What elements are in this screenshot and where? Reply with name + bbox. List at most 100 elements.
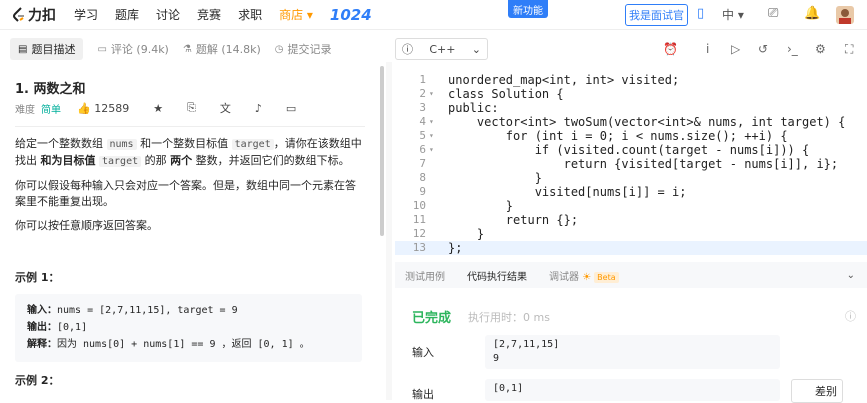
tab-description-label: 题目描述 — [31, 43, 76, 56]
code-text: } — [448, 199, 514, 213]
run-result-panel: 已完成 执行用时：0 ms ⓘ 输入 [2,7,11,15] 9 输出 [0,1… — [395, 290, 867, 403]
terminal-icon[interactable]: ›_ — [787, 42, 798, 56]
code-line[interactable]: 6 ▾ if (visited.count(target - nums[i])) … — [395, 143, 867, 157]
code-line[interactable]: 2 ▾ class Solution { — [395, 87, 867, 101]
tab-solutions[interactable]: ⚗ 题解 (14.8k) — [183, 41, 261, 57]
line-number: 2 — [419, 87, 426, 100]
description-scrollbar[interactable] — [380, 66, 384, 236]
code-line[interactable]: 11 return {}; — [395, 213, 867, 227]
code-inline: target — [231, 139, 274, 150]
line-number: 5 — [419, 129, 426, 142]
diff-button[interactable]: 差别 — [791, 379, 843, 403]
text: 给定一个整数数组 — [15, 137, 107, 150]
line-number: 8 — [419, 171, 426, 184]
example-2-title: 示例 2： — [15, 374, 60, 387]
bell-icon[interactable]: ♪ — [255, 102, 262, 115]
code-line[interactable]: 8 } — [395, 171, 867, 185]
code-line[interactable]: 13}; — [395, 241, 867, 255]
run-status: 已完成 — [412, 311, 452, 326]
description-para-1: 给定一个整数数组 nums 和一个整数目标值 target ，请你在该数组中找出 … — [15, 136, 365, 170]
code-text: visited[nums[i]] = i; — [448, 185, 687, 199]
code-line[interactable]: 9 visited[nums[i]] = i; — [395, 185, 867, 199]
feedback-icon[interactable]: ⎚ — [768, 6, 778, 21]
language-switch[interactable]: 中 ▾ — [722, 6, 744, 23]
comment-icon: ▭ — [97, 43, 107, 55]
share-icon[interactable]: ⎘ — [187, 101, 196, 115]
collapse-chevron-icon[interactable]: ⌄ — [847, 270, 855, 281]
mobile-icon[interactable]: ▯ — [697, 6, 704, 21]
tab-debugger[interactable]: 调试器 ☀ Beta — [549, 268, 619, 283]
code-editor[interactable]: 1 unordered_map<int, int> visited; 2 ▾ class… — [395, 67, 867, 257]
code-line[interactable]: 10 } — [395, 199, 867, 213]
new-feature-badge[interactable]: 新功能 — [508, 0, 548, 18]
input-line-2: 9 — [493, 353, 500, 364]
fold-chevron-icon[interactable]: ▾ — [429, 129, 434, 143]
nav-contest[interactable]: 竞赛 — [197, 6, 221, 24]
info-icon[interactable]: i — [706, 42, 709, 56]
text: 的那 — [141, 154, 171, 167]
run-icon[interactable]: ▷ — [731, 42, 740, 56]
nav-shop[interactable]: 商店 ▾ — [279, 6, 313, 24]
tab-comments[interactable]: ▭ 评论 (9.4k) — [97, 41, 168, 57]
like-button[interactable]: 👍 12589 — [77, 102, 129, 115]
promo-1024[interactable]: 1024 — [330, 6, 372, 24]
settings-gear-icon[interactable]: ⚙ — [815, 42, 826, 56]
code-line[interactable]: 1 unordered_map<int, int> visited; — [395, 73, 867, 87]
reset-icon[interactable]: ↺ — [758, 42, 768, 56]
pane-divider[interactable] — [386, 62, 392, 400]
avatar-image-icon — [836, 6, 854, 24]
line-number: 12 — [412, 227, 426, 240]
feedback-message-icon[interactable]: ▭ — [286, 102, 296, 115]
line-number: 1 — [419, 73, 426, 86]
text: 整数，并返回它们的数组下标。 — [192, 154, 350, 167]
code-line[interactable]: 7 return {visited[target - nums[i]], i}; — [395, 157, 867, 171]
code-line[interactable]: 4 ▾ vector<int> twoSum(vector<int>& nums,… — [395, 115, 867, 129]
line-number: 3 — [419, 101, 426, 114]
code-inline: nums — [106, 139, 137, 150]
leetcode-logo-icon — [13, 6, 24, 22]
output-value: [0,1] — [57, 322, 88, 333]
fold-chevron-icon[interactable]: ▾ — [429, 87, 434, 101]
problem-description: 1. 两数之和 难度 简单 👍 12589 ★ ⎘ 文 ♪ ▭ 给定一个整数数组… — [0, 64, 385, 400]
line-number: 13 — [412, 241, 426, 254]
example-1-box: 输入：nums = [2,7,11,15], target = 9 输出：[0,… — [15, 294, 362, 362]
line-number: 4 — [419, 115, 426, 128]
timer-icon[interactable]: ⏰ — [663, 42, 678, 56]
nav-discuss[interactable]: 讨论 — [156, 6, 180, 24]
tab-run-result[interactable]: 代码执行结果 — [467, 268, 527, 283]
code-line[interactable]: 3 public: — [395, 101, 867, 115]
example-explanation-row: 解释：因为 nums[0] + nums[1] == 9 ，返回 [0, 1] … — [27, 336, 350, 353]
language-select[interactable]: ⓘ C++ ⌄ — [395, 38, 488, 60]
code-text: return {visited[target - nums[i]], i}; — [448, 157, 839, 171]
tab-submissions[interactable]: ◷ 提交记录 — [275, 41, 332, 57]
tab-description[interactable]: ▤ 题目描述 — [10, 38, 84, 60]
interviewer-button[interactable]: 我是面试官 — [625, 4, 688, 26]
info-circle-icon[interactable]: ⓘ — [845, 308, 856, 324]
logo[interactable]: 力扣 — [12, 5, 56, 25]
code-text: unordered_map<int, int> visited; — [448, 73, 680, 87]
nav-problems[interactable]: 题库 — [115, 6, 139, 24]
chevron-down-icon: ⌄ — [471, 42, 481, 56]
example-1-title: 示例 1： — [15, 271, 60, 284]
description-para-2: 你可以假设每种输入只会对应一个答案。但是，数组中同一个元素在答案里不能重复出现。 — [15, 179, 356, 208]
exec-time: 执行用时：0 ms — [468, 311, 550, 324]
nav-learn[interactable]: 学习 — [74, 6, 98, 24]
translate-icon[interactable]: 文 — [220, 100, 231, 116]
output-label: 输出： — [27, 322, 57, 333]
explanation-label: 解释： — [27, 339, 57, 350]
code-line[interactable]: 5 ▾ for (int i = 0; i < nums.size(); ++i)… — [395, 129, 867, 143]
code-line[interactable]: 12 } — [395, 227, 867, 241]
fullscreen-icon[interactable]: ⛶ — [845, 42, 853, 57]
tab-submissions-label: 提交记录 — [287, 43, 332, 56]
avatar[interactable] — [836, 6, 854, 28]
notification-bell-icon[interactable]: 🔔 — [804, 6, 820, 21]
code-text: public: — [448, 101, 499, 115]
tab-testcase[interactable]: 测试用例 — [405, 268, 445, 283]
input-label: 输入： — [27, 305, 57, 316]
fold-chevron-icon[interactable]: ▾ — [429, 143, 434, 157]
fold-chevron-icon[interactable]: ▾ — [429, 115, 434, 129]
nav-jobs[interactable]: 求职 — [238, 6, 262, 24]
code-text: vector<int> twoSum(vector<int>& nums, in… — [448, 115, 846, 129]
star-icon[interactable]: ★ — [153, 102, 163, 115]
problem-tabs: ▤ 题目描述 ▭ 评论 (9.4k) ⚗ 题解 (14.8k) ◷ 提交记录 — [0, 37, 385, 61]
